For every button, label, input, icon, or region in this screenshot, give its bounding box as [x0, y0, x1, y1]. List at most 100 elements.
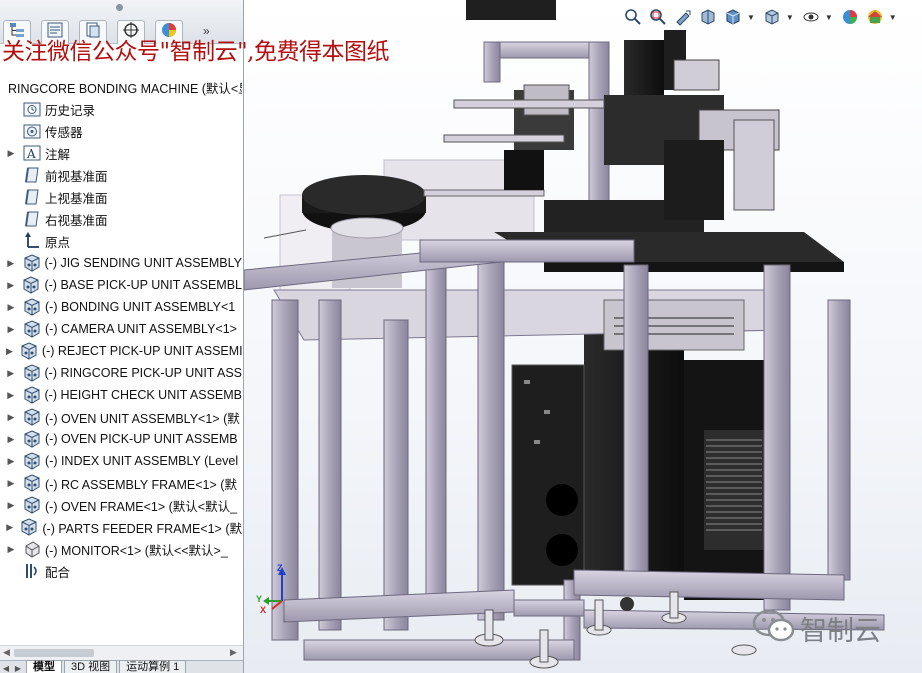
heads-up-view-toolbar: ▼ ▼ ▼ ▼ [622, 5, 903, 29]
hide-show-icon[interactable] [800, 6, 822, 28]
tree-item[interactable]: ▶ (-) RINGCORE PICK-UP UNIT ASS [0, 362, 242, 384]
tree-item-label: (-) JIG SENDING UNIT ASSEMBLY [44, 256, 243, 270]
tree-item-label: 历史记录 [45, 103, 96, 118]
triad-y-label: Y [256, 594, 263, 604]
tree-item[interactable]: ▶ (-) OVEN FRAME<1> (默认<默认_ [0, 494, 242, 516]
appearance-icon[interactable] [839, 6, 861, 28]
expand-arrow-icon[interactable]: ▶ [6, 456, 16, 467]
tree-item[interactable]: ▶ A 注解 [0, 142, 242, 164]
expand-arrow-icon[interactable]: ▶ [6, 302, 16, 313]
chevron-down-icon[interactable]: ▼ [786, 13, 794, 22]
tree-item[interactable]: ▶ (-) INDEX UNIT ASSEMBLY (Level [0, 450, 242, 472]
tree-item-label: (-) BONDING UNIT ASSEMBLY<1 [45, 300, 236, 314]
tab-nav-next[interactable]: ▶ [12, 664, 24, 673]
tree-item-label: (-) OVEN UNIT ASSEMBLY<1> (默 [45, 411, 240, 426]
tree-item[interactable]: ▶ (-) HEIGHT CHECK UNIT ASSEMB [0, 384, 242, 406]
origin-icon [22, 232, 42, 250]
view-orientation-icon[interactable] [722, 6, 744, 28]
tree-item[interactable]: ▶右视基准面 [0, 208, 242, 230]
tree-item[interactable]: ▶前视基准面 [0, 164, 242, 186]
tree-item-label: 原点 [45, 235, 71, 250]
tab-motion-study[interactable]: 运动算例 1 [119, 660, 187, 673]
expand-arrow-icon[interactable]: ▶ [6, 412, 16, 423]
tree-item-label: 上视基准面 [45, 191, 108, 206]
tree-item-label: (-) OVEN PICK-UP UNIT ASSEMB [45, 432, 238, 446]
tree-root-label: RINGCORE BONDING MACHINE (默认<显示状态-1>) [8, 81, 242, 96]
expand-arrow-icon[interactable]: ▶ [6, 148, 16, 159]
plane-icon [22, 210, 42, 228]
tree-item[interactable]: ▶ (-) OVEN UNIT ASSEMBLY<1> (默 [0, 406, 242, 428]
expand-arrow-icon[interactable]: ▶ [6, 324, 16, 335]
scroll-left-arrow[interactable]: ◀ [3, 647, 10, 658]
scroll-right-arrow[interactable]: ▶ [230, 647, 237, 658]
chevron-down-icon[interactable]: ▼ [747, 13, 755, 22]
tree-item[interactable]: ▶ (-) REJECT PICK-UP UNIT ASSEMI [0, 340, 242, 362]
tree-item-label: (-) BASE PICK-UP UNIT ASSEMBL [44, 278, 242, 292]
expand-arrow-icon[interactable]: ▶ [6, 390, 16, 401]
plane-icon [22, 188, 42, 206]
expand-arrow-icon[interactable]: ▶ [6, 258, 16, 269]
tree-item[interactable]: ▶ (-) JIG SENDING UNIT ASSEMBLY [0, 252, 242, 274]
coordinate-triad: Z Y X [256, 563, 296, 615]
tab-3d-view[interactable]: 3D 视图 [64, 660, 118, 673]
subassembly-icon [19, 342, 39, 360]
tree-item[interactable]: ▶ (-) CAMERA UNIT ASSEMBLY<1> [0, 318, 242, 340]
panel-grip-handle[interactable] [116, 4, 123, 11]
subassembly-icon [22, 408, 42, 426]
tree-item[interactable]: ▶配合 [0, 560, 242, 582]
tree-item[interactable]: ▶ (-) MONITOR<1> (默认<<默认>_ [0, 538, 242, 560]
tab-nav-prev[interactable]: ◀ [0, 664, 12, 673]
expand-arrow-icon[interactable]: ▶ [6, 478, 16, 489]
tree-item-label: (-) INDEX UNIT ASSEMBLY (Level [45, 454, 239, 468]
subassembly-icon [22, 430, 42, 448]
watermark-text: 关注微信公众号"智制云",免费得本图纸 [2, 39, 389, 65]
part-icon [22, 540, 42, 558]
triad-x-label: X [260, 605, 267, 615]
expand-arrow-icon[interactable]: ▶ [6, 434, 16, 445]
section-view-icon[interactable] [697, 6, 719, 28]
expand-arrow-icon[interactable]: ▶ [6, 280, 15, 291]
subassembly-icon [22, 254, 42, 272]
tree-item[interactable]: ▶ (-) BASE PICK-UP UNIT ASSEMBL [0, 274, 242, 296]
tree-item[interactable]: ▶历史记录 [0, 98, 242, 120]
tree-item[interactable]: ▶ (-) OVEN PICK-UP UNIT ASSEMB [0, 428, 242, 450]
subassembly-icon [22, 452, 42, 470]
expand-arrow-icon[interactable]: ▶ [6, 500, 16, 511]
tree-item[interactable]: ▶ (-) BONDING UNIT ASSEMBLY<1 [0, 296, 242, 318]
bottom-tab-bar: ◀ ▶ 模型 3D 视图 运动算例 1 [0, 660, 243, 673]
scroll-thumb[interactable] [14, 649, 94, 657]
zoom-area-icon[interactable] [647, 6, 669, 28]
tree-item-label: 传感器 [45, 125, 83, 140]
tree-root-assembly[interactable]: RINGCORE BONDING MACHINE (默认<显示状态-1>) [4, 77, 242, 97]
subassembly-icon [22, 320, 42, 338]
wechat-icon [752, 608, 796, 649]
expand-arrow-icon[interactable]: ▶ [6, 368, 16, 379]
previous-view-icon[interactable] [672, 6, 694, 28]
subassembly-icon [22, 364, 42, 382]
subassembly-icon [19, 518, 39, 536]
tree-item[interactable]: ▶ (-) RC ASSEMBLY FRAME<1> (默 [0, 472, 242, 494]
sensors-folder-icon [22, 122, 42, 140]
tab-model[interactable]: 模型 [26, 660, 62, 673]
zoom-fit-icon[interactable] [622, 6, 644, 28]
scene-icon[interactable] [864, 6, 886, 28]
tree-item-label: (-) RINGCORE PICK-UP UNIT ASS [44, 366, 242, 380]
display-style-icon[interactable] [761, 6, 783, 28]
tree-item[interactable]: ▶ (-) PARTS FEEDER FRAME<1> (默 [0, 516, 242, 538]
expand-arrow-icon[interactable]: ▶ [6, 346, 13, 357]
machine-3d-model[interactable] [244, 0, 922, 673]
tree-item[interactable]: ▶上视基准面 [0, 186, 242, 208]
expand-arrow-icon[interactable]: ▶ [6, 522, 13, 533]
tree-item-label: (-) MONITOR<1> (默认<<默认>_ [45, 543, 228, 558]
tree-item[interactable]: ▶传感器 [0, 120, 242, 142]
tree-item[interactable]: ▶原点 [0, 230, 242, 252]
expand-arrow-icon[interactable]: ▶ [6, 544, 16, 555]
chevron-down-icon[interactable]: ▼ [889, 13, 897, 22]
svg-text:A: A [26, 147, 36, 161]
tree-item-label: 前视基准面 [45, 169, 108, 184]
graphics-area[interactable]: ▼ ▼ ▼ ▼ Z Y X [244, 0, 922, 673]
plane-icon [22, 166, 42, 184]
feature-tree-panel: » RINGCORE BONDING MACHINE (默认<显示状态-1>) … [0, 0, 244, 673]
tree-horizontal-scrollbar[interactable]: ◀ ▶ [0, 645, 243, 660]
chevron-down-icon[interactable]: ▼ [825, 13, 833, 22]
